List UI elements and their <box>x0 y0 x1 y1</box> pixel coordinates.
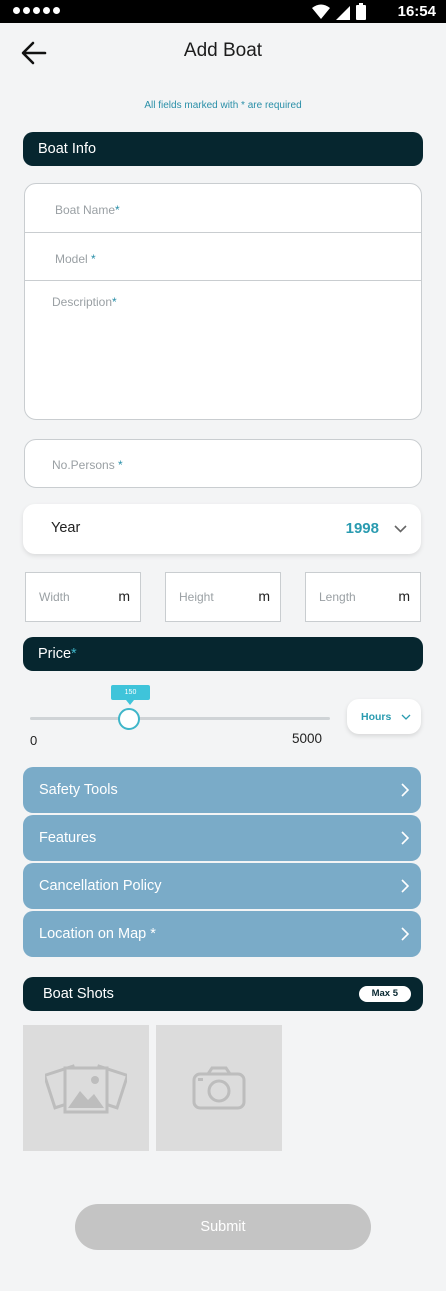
length-field[interactable]: Length m <box>305 572 421 622</box>
boat-name-field[interactable]: Boat Name* <box>25 184 421 232</box>
features-row[interactable]: Features <box>23 815 421 861</box>
height-field[interactable]: Height m <box>165 572 281 622</box>
section-title: Boat Shots <box>43 986 114 1002</box>
length-unit: m <box>398 588 410 604</box>
notification-dots <box>13 7 60 14</box>
width-placeholder: Width <box>39 590 70 604</box>
cancellation-policy-row[interactable]: Cancellation Policy <box>23 863 421 909</box>
year-select[interactable]: Year 1998 <box>23 504 421 554</box>
gallery-icon <box>45 1064 127 1114</box>
width-unit: m <box>118 588 130 604</box>
boat-info-card: Boat Name* Model * Description* <box>24 183 422 420</box>
model-placeholder: Model <box>55 252 92 266</box>
length-placeholder: Length <box>319 590 356 604</box>
model-field[interactable]: Model * <box>25 233 421 280</box>
camera-icon <box>192 1066 246 1110</box>
price-slider-thumb[interactable] <box>118 708 140 730</box>
persons-field[interactable]: No.Persons * <box>24 439 422 488</box>
battery-icon <box>356 3 366 20</box>
price-slider-track[interactable] <box>30 717 330 720</box>
section-title: Price <box>38 646 72 662</box>
chevron-right-icon <box>401 879 409 893</box>
chevron-right-icon <box>401 831 409 845</box>
chevron-right-icon <box>401 927 409 941</box>
height-placeholder: Height <box>179 590 214 604</box>
row-label: Location on Map * <box>39 926 156 942</box>
add-from-gallery-button[interactable] <box>23 1025 149 1151</box>
signal-icon <box>336 5 350 20</box>
submit-button[interactable]: Submit <box>75 1204 371 1250</box>
year-value: 1998 <box>345 520 379 537</box>
max-shots-badge: Max 5 <box>358 986 411 1002</box>
description-field[interactable]: Description* <box>25 281 421 419</box>
price-unit-select[interactable]: Hours <box>347 699 421 734</box>
price-slider-min: 0 <box>30 733 38 748</box>
chevron-down-icon <box>394 525 407 533</box>
boat-shots-section-header: Boat Shots Max 5 <box>23 977 423 1011</box>
price-section-header: Price* <box>23 637 423 671</box>
chevron-down-icon <box>401 714 411 720</box>
boat-info-section-header: Boat Info <box>23 132 423 166</box>
section-title: Boat Info <box>38 141 97 157</box>
price-slider-value: 150 <box>111 685 150 705</box>
status-time: 16:54 <box>397 3 436 20</box>
boat-name-placeholder: Boat Name <box>55 203 116 217</box>
take-photo-button[interactable] <box>156 1025 282 1151</box>
price-unit-value: Hours <box>361 711 392 723</box>
row-label: Cancellation Policy <box>39 878 162 894</box>
chevron-right-icon <box>401 783 409 797</box>
wifi-icon <box>312 4 330 19</box>
width-field[interactable]: Width m <box>25 572 141 622</box>
year-label: Year <box>51 520 81 536</box>
persons-placeholder: No.Persons <box>52 458 119 472</box>
row-label: Features <box>39 830 97 846</box>
location-on-map-row[interactable]: Location on Map * <box>23 911 421 957</box>
height-unit: m <box>258 588 270 604</box>
status-icons <box>312 3 366 20</box>
page-title: Add Boat <box>183 40 263 61</box>
price-slider-max: 5000 <box>292 731 323 746</box>
safety-tools-row[interactable]: Safety Tools <box>23 767 421 813</box>
status-bar: 16:54 <box>0 0 446 23</box>
row-label: Safety Tools <box>39 782 118 798</box>
header: Add Boat <box>0 23 446 83</box>
description-placeholder: Description <box>52 295 113 309</box>
required-fields-note: All fields marked with * are required <box>144 100 302 111</box>
